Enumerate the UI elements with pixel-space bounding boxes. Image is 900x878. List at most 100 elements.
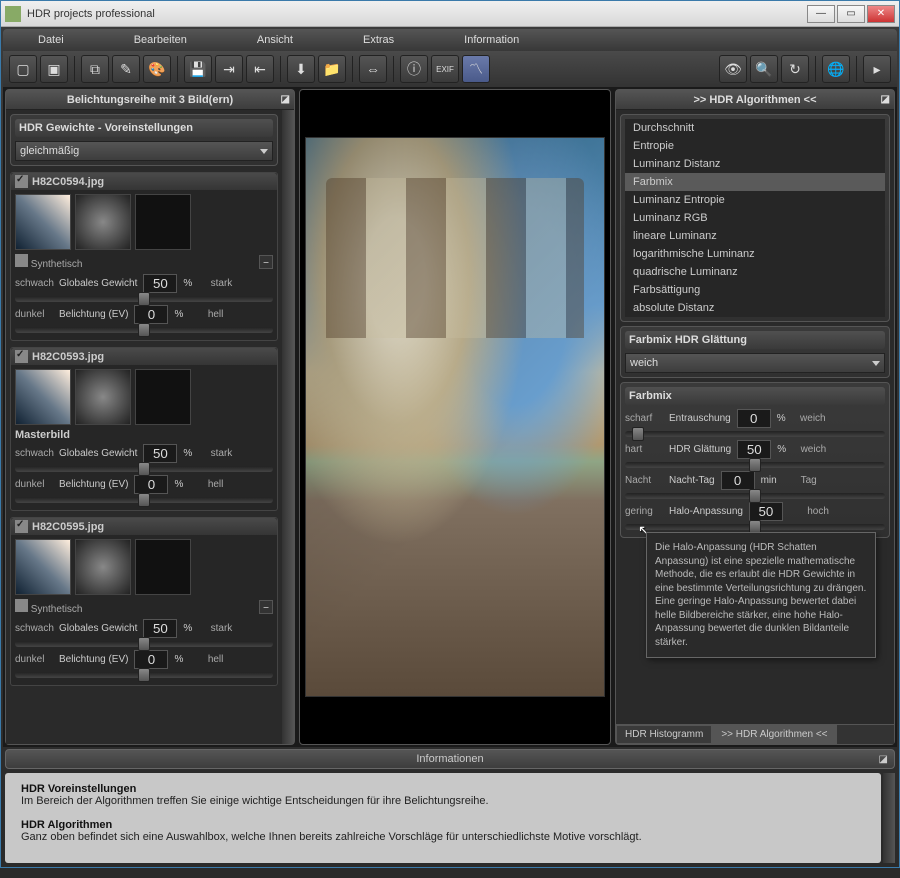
globalweight-input[interactable] bbox=[143, 274, 177, 293]
left-panel-header: Belichtungsreihe mit 3 Bild(ern) ◪ bbox=[6, 90, 294, 110]
thumb-original[interactable] bbox=[15, 539, 71, 595]
thumb-weight[interactable] bbox=[75, 194, 131, 250]
label-stark: stark bbox=[198, 623, 232, 634]
image-checkbox[interactable] bbox=[15, 350, 28, 363]
palette-icon[interactable]: 🎨 bbox=[143, 55, 171, 83]
slider-track[interactable] bbox=[625, 462, 885, 468]
maximize-button[interactable]: ▭ bbox=[837, 5, 865, 23]
info-title: Informationen bbox=[416, 753, 483, 765]
collapse-button[interactable]: – bbox=[259, 255, 273, 269]
exposure-input[interactable] bbox=[134, 475, 168, 494]
algo-item[interactable]: Farbsättigung bbox=[625, 281, 885, 299]
thumb-weight[interactable] bbox=[75, 539, 131, 595]
exposure-input[interactable] bbox=[134, 650, 168, 669]
globalweight-slider[interactable] bbox=[15, 296, 273, 302]
algo-item[interactable]: Luminanz Entropie bbox=[625, 191, 885, 209]
smoothing-header: Farbmix HDR Glättung bbox=[625, 331, 885, 349]
synth-checkbox[interactable] bbox=[15, 254, 28, 267]
thumb-original[interactable] bbox=[15, 194, 71, 250]
left-panel-detach-icon[interactable]: ◪ bbox=[281, 94, 290, 105]
exposure-slider[interactable] bbox=[15, 672, 273, 678]
tab-histogram[interactable]: HDR Histogramm bbox=[616, 725, 712, 744]
tool-icon[interactable]: ⧉ bbox=[81, 55, 109, 83]
minimize-button[interactable]: — bbox=[807, 5, 835, 23]
preview-image bbox=[305, 137, 605, 697]
open-icon[interactable]: ▣ bbox=[40, 55, 68, 83]
info-icon[interactable]: ⓘ bbox=[400, 55, 428, 83]
right-panel-detach-icon[interactable]: ◪ bbox=[881, 94, 890, 105]
slider-input[interactable] bbox=[749, 502, 783, 521]
menu-extras[interactable]: Extras bbox=[328, 34, 429, 46]
exposure-slider[interactable] bbox=[15, 497, 273, 503]
exposure-slider[interactable] bbox=[15, 327, 273, 333]
left-scrollbar[interactable] bbox=[282, 110, 294, 744]
smoothing-dropdown[interactable]: weich bbox=[625, 353, 885, 373]
batch-icon[interactable]: ⬇ bbox=[287, 55, 315, 83]
thumb-extra[interactable] bbox=[135, 194, 191, 250]
image-filename: H82C0593.jpg bbox=[32, 351, 104, 363]
slider-input[interactable] bbox=[737, 440, 771, 459]
synth-checkbox[interactable] bbox=[15, 599, 28, 612]
close-button[interactable]: ✕ bbox=[867, 5, 895, 23]
camera-icon[interactable]: ▸ bbox=[863, 55, 891, 83]
thumb-original[interactable] bbox=[15, 369, 71, 425]
label-hell: hell bbox=[189, 479, 223, 490]
slider-track[interactable] bbox=[625, 431, 885, 437]
label-schwach: schwach bbox=[15, 623, 53, 634]
slider-track[interactable] bbox=[625, 524, 885, 530]
image-block: H82C0594.jpg Synthetisch – schwach Globa… bbox=[10, 172, 278, 341]
slider-unit: % bbox=[777, 413, 786, 424]
export2-icon[interactable]: ⇤ bbox=[246, 55, 274, 83]
algo-item[interactable]: Luminanz RGB bbox=[625, 209, 885, 227]
algo-item[interactable]: quadrische Luminanz bbox=[625, 263, 885, 281]
globalweight-input[interactable] bbox=[143, 444, 177, 463]
collapse-button[interactable]: – bbox=[259, 600, 273, 614]
algo-item[interactable]: Durchschnitt bbox=[625, 119, 885, 137]
weights-dropdown[interactable]: gleichmäßig bbox=[15, 141, 273, 161]
menu-datei[interactable]: Datei bbox=[3, 34, 99, 46]
export1-icon[interactable]: ⇥ bbox=[215, 55, 243, 83]
chevron-down-icon bbox=[872, 361, 880, 366]
menu-information[interactable]: Information bbox=[429, 34, 554, 46]
exif-icon[interactable]: EXIF bbox=[431, 55, 459, 83]
eye-icon[interactable]: 👁 bbox=[719, 55, 747, 83]
resize-icon[interactable]: ⇔ bbox=[359, 55, 387, 83]
exposure-input[interactable] bbox=[134, 305, 168, 324]
preview-area[interactable] bbox=[300, 90, 610, 744]
brush-icon[interactable]: ✎ bbox=[112, 55, 140, 83]
histogram-icon[interactable]: 〽 bbox=[462, 55, 490, 83]
new-icon[interactable]: ▢ bbox=[9, 55, 37, 83]
thumb-extra[interactable] bbox=[135, 539, 191, 595]
slider-track[interactable] bbox=[625, 493, 885, 499]
refresh-icon[interactable]: ↻ bbox=[781, 55, 809, 83]
percent-label: % bbox=[183, 623, 192, 634]
slider-input[interactable] bbox=[737, 409, 771, 428]
globe-icon[interactable]: 🌐 bbox=[822, 55, 850, 83]
algo-item[interactable]: absolute Distanz bbox=[625, 299, 885, 317]
algo-item[interactable]: Farbmix bbox=[625, 173, 885, 191]
save-icon[interactable]: 💾 bbox=[184, 55, 212, 83]
algo-item[interactable]: Entropie bbox=[625, 137, 885, 155]
globalweight-slider[interactable] bbox=[15, 466, 273, 472]
window: HDR projects professional — ▭ ✕ Datei Be… bbox=[0, 0, 900, 868]
algo-item[interactable]: logarithmische Luminanz bbox=[625, 245, 885, 263]
slider-unit: min bbox=[761, 475, 777, 486]
algorithm-list[interactable]: DurchschnittEntropieLuminanz DistanzFarb… bbox=[625, 119, 885, 317]
tab-algorithms[interactable]: >> HDR Algorithmen << bbox=[712, 725, 836, 744]
folder-icon[interactable]: 📁 bbox=[318, 55, 346, 83]
algo-item[interactable]: Luminanz Distanz bbox=[625, 155, 885, 173]
thumb-weight[interactable] bbox=[75, 369, 131, 425]
menubar[interactable]: Datei Bearbeiten Ansicht Extras Informat… bbox=[3, 29, 897, 51]
menu-bearbeiten[interactable]: Bearbeiten bbox=[99, 34, 222, 46]
info-detach-icon[interactable]: ◪ bbox=[879, 754, 888, 765]
algo-item[interactable]: lineare Luminanz bbox=[625, 227, 885, 245]
globalweight-slider[interactable] bbox=[15, 641, 273, 647]
slider-input[interactable] bbox=[721, 471, 755, 490]
loupe-icon[interactable]: 🔍 bbox=[750, 55, 778, 83]
image-checkbox[interactable] bbox=[15, 520, 28, 533]
info-scrollbar[interactable] bbox=[883, 773, 895, 863]
thumb-extra[interactable] bbox=[135, 369, 191, 425]
image-checkbox[interactable] bbox=[15, 175, 28, 188]
menu-ansicht[interactable]: Ansicht bbox=[222, 34, 328, 46]
globalweight-input[interactable] bbox=[143, 619, 177, 638]
